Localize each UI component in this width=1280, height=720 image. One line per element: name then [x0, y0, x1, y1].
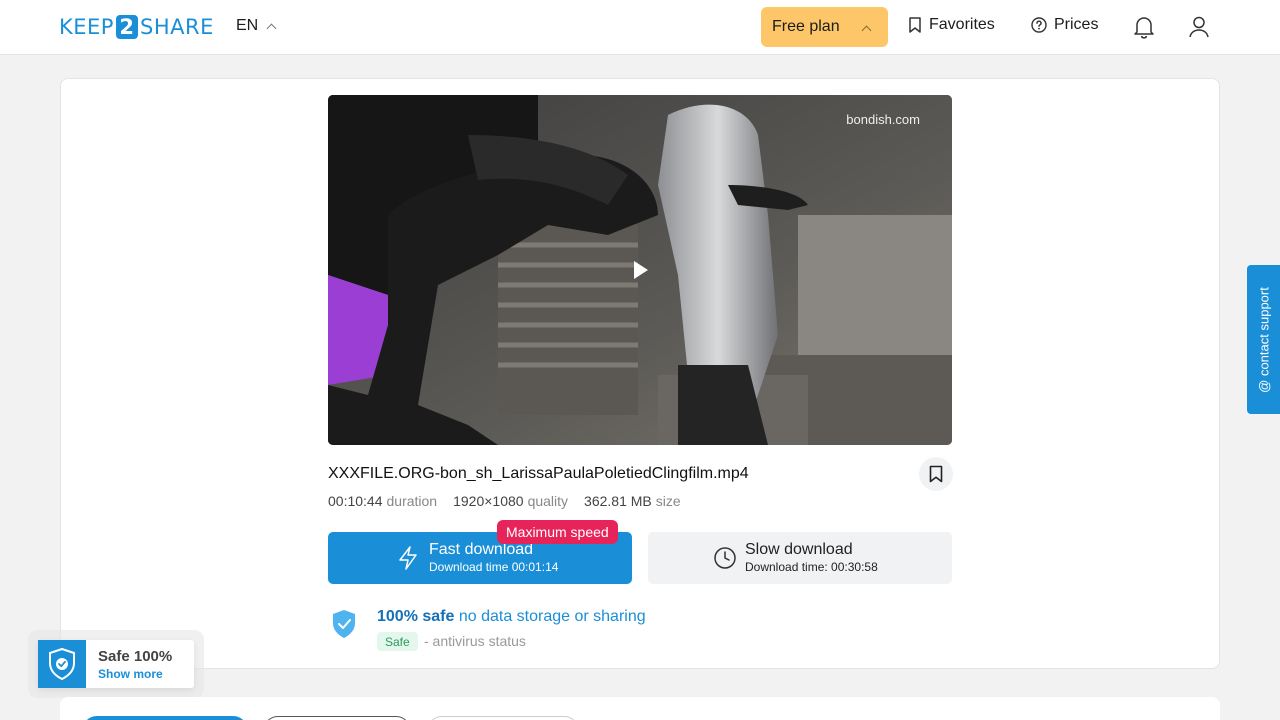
language-label: EN — [236, 17, 259, 34]
contact-support-label: @ contact support — [1256, 286, 1271, 393]
quality-label: quality — [527, 493, 569, 509]
quality-value: 1920×1080 — [453, 493, 524, 509]
duration-label: duration — [386, 493, 438, 509]
add-favorite-button[interactable] — [919, 457, 953, 491]
file-name: XXXFILE.ORG-bon_sh_LarissaPaulaPoletiedC… — [328, 465, 749, 482]
size-meta: 362.81 MB size — [584, 493, 681, 509]
file-meta: 00:10:44 duration 1920×1080 quality 362.81… — [328, 493, 681, 509]
free-plan-button[interactable]: Free plan — [761, 7, 888, 47]
size-label: size — [655, 493, 681, 509]
question-circle-icon — [1031, 17, 1047, 33]
bookmark-icon — [909, 17, 921, 33]
safety-bold: 100% safe — [377, 608, 455, 625]
logo-text-left: KEEP — [59, 15, 114, 39]
slow-download-time: Download time: 00:30:58 — [745, 560, 878, 574]
fast-download-time: Download time 00:01:14 — [429, 560, 559, 574]
safe-badge-widget[interactable]: Safe 100% Show more — [38, 640, 194, 688]
logo-text-right: SHARE — [139, 15, 214, 39]
safe-widget-icon-box — [38, 640, 86, 688]
keep2share-logo[interactable]: KEEP 2 SHARE — [59, 14, 214, 40]
duration-value: 00:10:44 — [328, 493, 383, 509]
safety-text: no data storage or sharing — [458, 608, 646, 625]
show-more-link[interactable]: Show more — [98, 667, 163, 681]
safety-statement: 100% safe no data storage or sharing — [377, 608, 646, 626]
chevron-up-icon — [266, 23, 277, 33]
shield-check-icon — [49, 648, 75, 680]
prices-link[interactable]: Prices — [1031, 16, 1098, 34]
language-selector[interactable]: EN — [236, 17, 277, 35]
bell-icon — [1134, 17, 1154, 39]
prices-label: Prices — [1054, 16, 1099, 33]
slow-download-label: Slow download — [745, 541, 853, 558]
free-plan-label: Free plan — [772, 18, 840, 35]
tab-secondary[interactable] — [263, 716, 411, 720]
maximum-speed-badge: Maximum speed — [497, 520, 618, 544]
favorites-link[interactable]: Favorites — [908, 16, 995, 34]
tab-primary[interactable] — [82, 716, 248, 720]
slow-download-button[interactable]: Slow download Download time: 00:30:58 — [648, 532, 952, 584]
notifications-button[interactable] — [1131, 14, 1157, 40]
logo-text-mid: 2 — [115, 15, 138, 39]
antivirus-status-badge: Safe — [377, 632, 418, 651]
lightning-icon — [399, 546, 417, 570]
quality-meta: 1920×1080 quality — [453, 493, 568, 509]
play-icon[interactable] — [632, 260, 650, 280]
chevron-up-icon — [861, 25, 872, 36]
safe-widget-title: Safe 100% — [98, 648, 173, 665]
user-icon — [1189, 16, 1209, 38]
shield-check-icon — [333, 610, 355, 638]
bookmark-icon — [929, 465, 943, 483]
profile-button[interactable] — [1186, 14, 1212, 40]
contact-support-button[interactable]: @ contact support — [1247, 265, 1280, 414]
clock-icon — [714, 547, 736, 569]
video-watermark: bondish.com — [846, 112, 920, 127]
video-preview[interactable]: bondish.com — [328, 95, 952, 445]
top-header: KEEP 2 SHARE EN Free plan Favorites Pric… — [0, 0, 1280, 55]
size-value: 362.81 MB — [584, 493, 652, 509]
duration-meta: 00:10:44 duration — [328, 493, 437, 509]
favorites-label: Favorites — [929, 16, 995, 33]
antivirus-status-label: - antivirus status — [424, 633, 526, 649]
tab-tertiary[interactable] — [427, 716, 579, 720]
